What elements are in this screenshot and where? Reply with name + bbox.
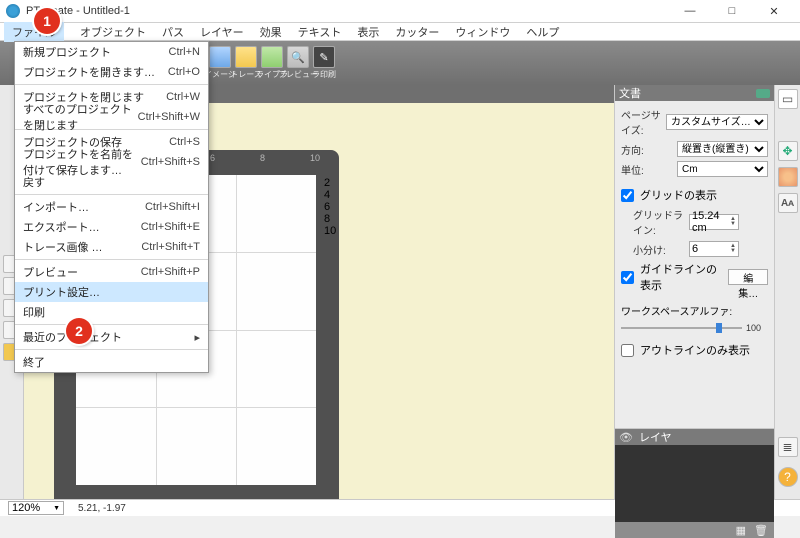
orient-select[interactable]: 縦置き(縦置き) [677,141,768,157]
menu-object[interactable]: オブジェクト [72,22,154,42]
document-panel: 文書 ページサイズ:カスタムサイズ… 方向: 縦置き(縦置き) 単位: Cm グリッ… [614,85,774,499]
ws-alpha-slider[interactable] [621,322,742,334]
callout-2: 2 [66,318,92,344]
file-print-settings[interactable]: プリント設定… [15,282,208,302]
subdiv-label: 小分け: [633,242,685,257]
toolbar-image-button[interactable]: イメージ [208,45,232,81]
file-menu-dropdown: 新規プロジェクトCtrl+N プロジェクトを開きます…Ctrl+O プロジェクト… [14,41,209,373]
tab-document-icon[interactable]: ▭ [778,89,798,109]
menu-view[interactable]: 表示 [349,22,387,42]
menu-layer[interactable]: レイヤー [192,22,252,42]
document-panel-header[interactable]: 文書 [615,85,774,101]
guide-show-checkbox[interactable] [621,271,634,284]
layer-footer: ▦ 🗑 [615,522,774,538]
outline-only-label: アウトラインのみ表示 [640,342,750,358]
layer-delete-icon[interactable]: 🗑 [754,524,768,537]
app-icon [6,4,20,18]
guide-edit-button[interactable]: 編集… [728,269,768,285]
menu-window[interactable]: ウィンドウ [447,22,518,42]
file-new[interactable]: 新規プロジェクトCtrl+N [15,42,208,62]
outline-only-checkbox[interactable] [621,344,634,357]
toolbar-rhinestone-button[interactable]: ✎ラ印刷 [312,45,336,81]
callout-1: 1 [34,8,60,34]
menu-effect[interactable]: 効果 [252,22,290,42]
eye-icon: 👁 [619,431,633,444]
tab-palette-icon[interactable] [778,167,798,187]
maximize-button[interactable]: □ [712,1,752,21]
file-trace-image[interactable]: トレース画像 …Ctrl+Shift+T [15,237,208,257]
unit-select[interactable]: Cm [677,161,768,177]
layer-panel-header[interactable]: 👁レイヤ [615,429,774,445]
grid-show-label: グリッドの表示 [640,187,717,203]
toolbar-trace-button[interactable]: トレース [234,45,258,81]
menu-text[interactable]: テキスト [290,22,350,42]
file-import[interactable]: インポート…Ctrl+Shift+I [15,197,208,217]
layer-add-icon[interactable]: ▦ [736,524,746,537]
layer-list[interactable] [615,445,774,522]
ws-alpha-value: 100 [746,323,768,333]
pagesize-label: ページサイズ: [621,107,662,137]
menu-help[interactable]: ヘルプ [518,22,567,42]
file-print[interactable]: 印刷 [15,302,208,322]
menubar: ファイル 編集 オブジェクト パス レイヤー 効果 テキスト 表示 カッター ウ… [0,23,800,41]
gridline-label: グリッドライン: [633,207,685,237]
ws-alpha-label: ワークスペースアルファ: [621,303,732,318]
menu-cutter[interactable]: カッター [387,22,447,42]
pagesize-select[interactable]: カスタムサイズ… [666,114,768,130]
zoom-control[interactable]: 120%▼ [8,501,64,515]
subdiv-spinner[interactable]: 6▲▼ [689,241,739,257]
file-open[interactable]: プロジェクトを開きます…Ctrl+O [15,62,208,82]
file-export[interactable]: エクスポート…Ctrl+Shift+E [15,217,208,237]
tab-layers-icon[interactable]: ≣ [778,437,798,457]
file-preview[interactable]: プレビューCtrl+Shift+P [15,262,208,282]
file-save-as[interactable]: プロジェクトを名前を付けて保存します…Ctrl+Shift+S [15,152,208,172]
file-exit[interactable]: 終了 [15,352,208,372]
grid-show-checkbox[interactable] [621,189,634,202]
menu-path[interactable]: パス [154,22,192,42]
file-recent[interactable]: 最近のプロジェクト▸ [15,327,208,347]
layer-panel: 👁レイヤ ▦ 🗑 [615,428,774,538]
right-tabs: ▭ ✥ Aᴀ ≣ ? [774,85,800,499]
unit-label: 単位: [621,162,673,177]
tab-text-icon[interactable]: Aᴀ [778,193,798,213]
guide-show-label: ガイドラインの表示 [640,261,724,293]
tab-help-icon[interactable]: ? [778,467,798,487]
tab-move-icon[interactable]: ✥ [778,141,798,161]
cursor-coords: 5.21, -1.97 [78,503,126,514]
toolbar-preview-button[interactable]: 🔍プレビュー [286,45,310,81]
window-title: PTCreate - Untitled-1 [26,5,670,17]
titlebar: PTCreate - Untitled-1 — □ ✕ [0,0,800,23]
file-revert[interactable]: 戻す [15,172,208,192]
close-button[interactable]: ✕ [754,1,794,21]
orient-label: 方向: [621,142,673,157]
file-close-all[interactable]: すべてのプロジェクトを閉じますCtrl+Shift+W [15,107,208,127]
ruler-right: 2 4 6 8 10 [324,177,338,499]
minimize-button[interactable]: — [670,1,710,21]
gridline-spinner[interactable]: 15.24 cm▲▼ [689,214,739,230]
